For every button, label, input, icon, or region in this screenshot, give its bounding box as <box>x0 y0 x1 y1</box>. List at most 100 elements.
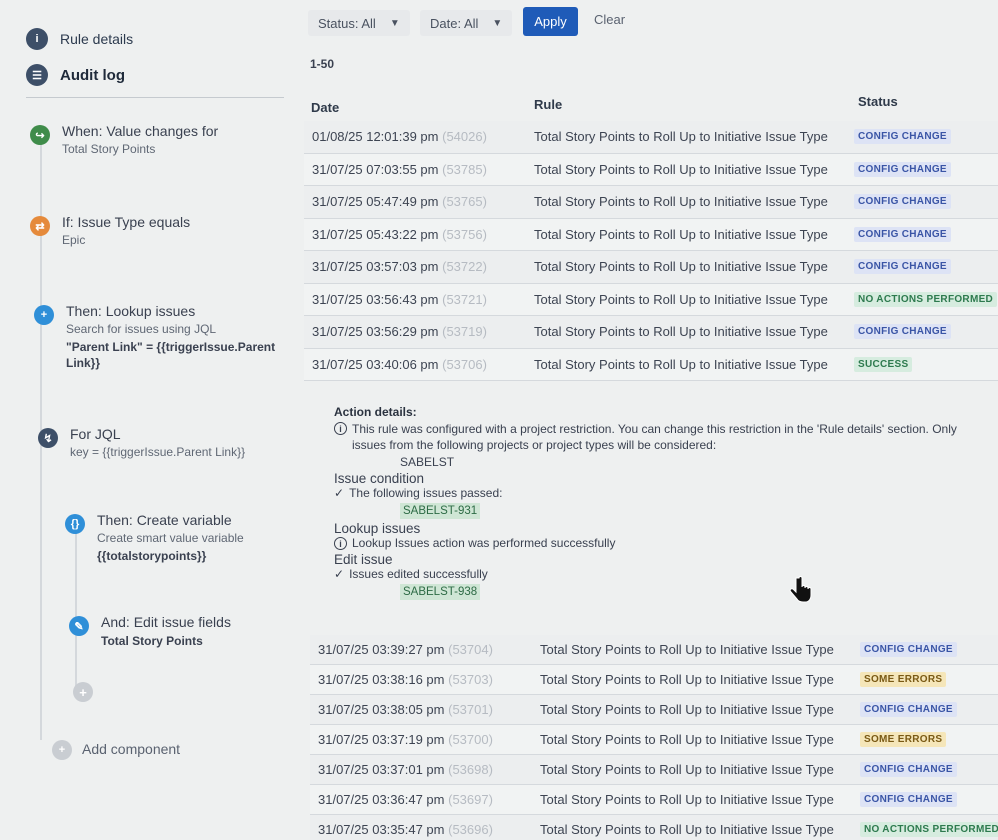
status-badge: CONFIG CHANGE <box>854 194 951 210</box>
chevron-down-icon: ▼ <box>492 17 503 29</box>
add-component-label: Add component <box>82 741 181 757</box>
restriction-message: This rule was configured with a project … <box>352 422 957 452</box>
row-date-value: 31/07/25 05:43:22 pm <box>312 226 439 242</box>
row-execution-id: (53704) <box>448 642 493 657</box>
nav-audit-log[interactable]: ☰ Audit log <box>26 64 125 86</box>
column-header-date: Date <box>311 100 340 115</box>
rule-sidebar: i Rule details ☰ Audit log ↪ When: Value… <box>0 0 290 840</box>
status-badge: CONFIG CHANGE <box>860 642 957 657</box>
row-rule-name: Total Story Points to Roll Up to Initiat… <box>534 161 828 177</box>
row-date-value: 31/07/25 03:38:16 pm <box>318 672 445 687</box>
row-date: 31/07/25 07:03:55 pm (53785) <box>312 162 487 177</box>
table-row[interactable]: 31/07/25 03:38:16 pm (53703) Total Story … <box>310 665 998 695</box>
component-subtitle: key = {{triggerIssue.Parent Link}} <box>70 445 246 459</box>
row-date-value: 31/07/25 07:03:55 pm <box>312 161 439 177</box>
table-row[interactable]: 31/07/25 03:35:47 pm (53696) Total Story … <box>310 815 998 840</box>
component-title: If: Issue Type equals <box>62 214 191 230</box>
column-header-rule: Rule <box>534 97 563 112</box>
issue-link[interactable]: SABELST-931 <box>400 503 481 519</box>
clear-button[interactable]: Clear <box>594 12 625 27</box>
component-create-variable[interactable]: {} Then: Create variable Create smart va… <box>65 512 244 564</box>
row-execution-id: (53697) <box>448 792 493 807</box>
row-date: 31/07/25 03:38:05 pm (53701) <box>318 702 493 717</box>
status-badge: CONFIG CHANGE <box>854 129 951 145</box>
table-row[interactable]: 31/07/25 03:38:05 pm (53701) Total Story … <box>310 695 998 725</box>
row-execution-id: (53706) <box>442 356 487 372</box>
component-trigger[interactable]: ↪ When: Value changes for Total Story Po… <box>30 123 218 156</box>
check-icon: ✓ <box>334 486 345 500</box>
status-badge: CONFIG CHANGE <box>854 226 951 242</box>
row-execution-id: (53700) <box>448 732 493 747</box>
component-lookup-issues[interactable]: + Then: Lookup issues Search for issues … <box>34 303 291 371</box>
row-date: 31/07/25 05:43:22 pm (53756) <box>312 227 487 242</box>
row-date-value: 31/07/25 03:56:29 pm <box>312 324 439 340</box>
row-date: 31/07/25 03:56:29 pm (53719) <box>312 324 487 339</box>
table-row[interactable]: 01/08/25 12:01:39 pm (54026) Total Story … <box>304 121 998 154</box>
plus-icon: + <box>34 305 54 325</box>
restricted-project: SABELST <box>400 455 455 469</box>
row-date: 31/07/25 03:35:47 pm (53696) <box>318 822 493 837</box>
date-filter[interactable]: Date: All ▼ <box>420 10 513 36</box>
hand-cursor-icon <box>789 576 812 603</box>
row-date: 01/08/25 12:01:39 pm (54026) <box>312 129 487 144</box>
row-date-value: 01/08/25 12:01:39 pm <box>312 129 439 145</box>
row-rule-name: Total Story Points to Roll Up to Initiat… <box>534 226 828 242</box>
row-date: 31/07/25 03:37:19 pm (53700) <box>318 732 493 747</box>
row-date-value: 31/07/25 03:35:47 pm <box>318 822 445 837</box>
row-date: 31/07/25 03:36:47 pm (53697) <box>318 792 493 807</box>
status-badge: CONFIG CHANGE <box>854 324 951 340</box>
row-rule-name: Total Story Points to Roll Up to Initiat… <box>540 672 834 687</box>
row-date-value: 31/07/25 03:57:03 pm <box>312 259 439 275</box>
trigger-icon: ↪ <box>30 125 50 145</box>
row-execution-id: (53765) <box>442 194 487 210</box>
row-date: 31/07/25 03:56:43 pm (53721) <box>312 292 487 307</box>
row-date-value: 31/07/25 03:39:27 pm <box>318 642 445 657</box>
row-date: 31/07/25 03:38:16 pm (53703) <box>318 672 493 687</box>
edit-heading: Edit issue <box>334 552 393 567</box>
status-badge: SOME ERRORS <box>860 672 947 687</box>
component-branch[interactable]: ↯ For JQL key = {{triggerIssue.Parent Li… <box>38 426 245 459</box>
status-badge: CONFIG CHANGE <box>860 702 957 717</box>
table-row[interactable]: 31/07/25 03:40:06 pm (53706) Total Story … <box>304 348 998 381</box>
apply-button[interactable]: Apply <box>523 7 578 36</box>
row-date-value: 31/07/25 05:47:49 pm <box>312 194 439 210</box>
plus-icon: + <box>52 740 72 760</box>
row-rule-name: Total Story Points to Roll Up to Initiat… <box>534 129 828 145</box>
row-execution-id: (53703) <box>448 672 493 687</box>
row-rule-name: Total Story Points to Roll Up to Initiat… <box>540 762 834 777</box>
table-row[interactable]: 31/07/25 03:57:03 pm (53722) Total Story … <box>304 251 998 284</box>
row-rule-name: Total Story Points to Roll Up to Initiat… <box>540 642 834 657</box>
row-date: 31/07/25 03:40:06 pm (53706) <box>312 357 487 372</box>
component-edit-issue[interactable]: ✎ And: Edit issue fields Total Story Poi… <box>69 614 231 649</box>
table-row[interactable]: 31/07/25 05:47:49 pm (53765) Total Story … <box>304 186 998 219</box>
row-date-value: 31/07/25 03:37:01 pm <box>318 762 445 777</box>
table-row[interactable]: 31/07/25 03:36:47 pm (53697) Total Story … <box>310 785 998 815</box>
nav-rule-details[interactable]: i Rule details <box>26 28 133 50</box>
component-subtitle: Epic <box>62 233 86 247</box>
status-filter[interactable]: Status: All ▼ <box>308 10 410 36</box>
info-icon: i <box>334 537 347 550</box>
check-icon: ✓ <box>334 567 345 581</box>
table-row[interactable]: 31/07/25 07:03:55 pm (53785) Total Story … <box>304 153 998 186</box>
table-row[interactable]: 31/07/25 03:37:19 pm (53700) Total Story … <box>310 725 998 755</box>
table-row[interactable]: 31/07/25 03:56:29 pm (53719) Total Story … <box>304 316 998 349</box>
component-condition[interactable]: ⇄ If: Issue Type equals Epic <box>30 214 190 247</box>
action-details-title: Action details: <box>334 405 417 419</box>
add-component-button[interactable]: + Add component <box>52 738 180 760</box>
component-subtitle: Create smart value variable <box>97 531 244 545</box>
sidebar-divider <box>26 97 284 98</box>
row-rule-name: Total Story Points to Roll Up to Initiat… <box>540 732 834 747</box>
table-row[interactable]: 31/07/25 03:37:01 pm (53698) Total Story … <box>310 755 998 785</box>
add-nested-component-icon[interactable]: + <box>73 682 93 702</box>
nav-audit-log-label: Audit log <box>60 66 125 84</box>
table-row[interactable]: 31/07/25 03:56:43 pm (53721) Total Story … <box>304 283 998 316</box>
row-execution-id: (53696) <box>448 822 493 837</box>
edit-message: Issues edited successfully <box>349 567 488 581</box>
row-execution-id: (53722) <box>442 259 487 275</box>
issue-link[interactable]: SABELST-938 <box>400 584 481 600</box>
table-row[interactable]: 31/07/25 03:39:27 pm (53704) Total Story … <box>310 635 998 665</box>
status-badge: CONFIG CHANGE <box>854 259 951 275</box>
braces-icon: {} <box>65 514 85 534</box>
condition-heading: Issue condition <box>334 471 425 486</box>
table-row[interactable]: 31/07/25 05:43:22 pm (53756) Total Story … <box>304 218 998 251</box>
